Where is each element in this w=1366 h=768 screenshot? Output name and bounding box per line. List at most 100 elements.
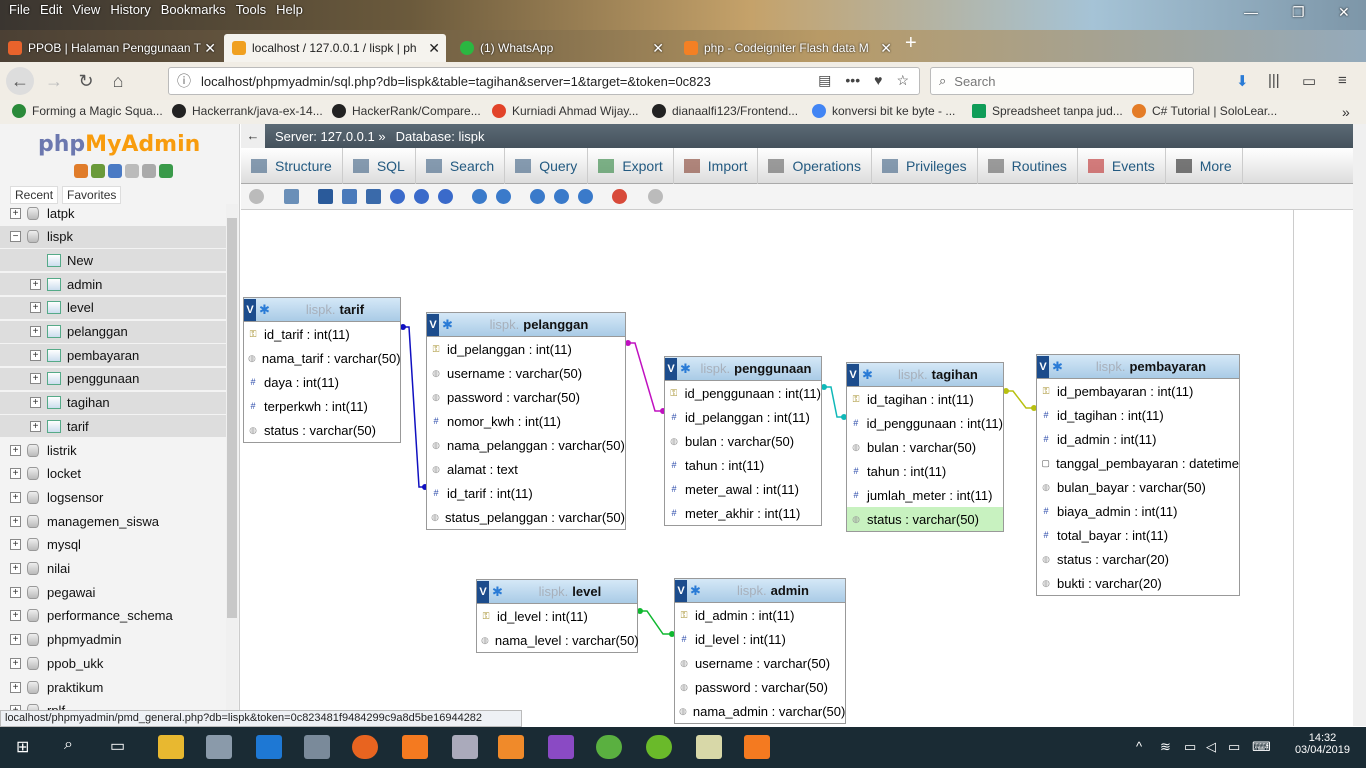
column-row[interactable]: ⚿ id_admin : int(11) — [675, 603, 845, 627]
database-item[interactable]: + nilai — [0, 558, 226, 580]
database-item[interactable]: − lispk — [0, 225, 226, 248]
home-button[interactable]: ⌂ — [104, 67, 132, 95]
close-tab-icon[interactable]: ✕ — [880, 40, 892, 57]
tab-events[interactable]: Events — [1078, 148, 1166, 184]
expand-icon[interactable]: + — [30, 397, 41, 409]
toggle-all-icon[interactable] — [554, 189, 569, 204]
gear-icon[interactable]: ✱ — [680, 361, 691, 377]
logout-icon[interactable] — [91, 164, 105, 178]
notes-icon[interactable] — [696, 735, 722, 759]
column-row[interactable]: ◍ username : varchar(50) — [427, 361, 625, 385]
table-item[interactable]: + penggunaan — [0, 367, 226, 390]
expand-icon[interactable]: + — [30, 278, 41, 290]
table-item[interactable]: + tagihan — [0, 391, 226, 414]
column-row[interactable]: # id_pelanggan : int(11) — [665, 405, 821, 429]
collapse-nav-button[interactable]: ← — [241, 124, 265, 148]
reload-button[interactable]: ↻ — [72, 67, 100, 95]
close-tab-icon[interactable]: ✕ — [428, 40, 440, 57]
firefox-icon[interactable] — [352, 735, 378, 759]
more-bookmarks-icon[interactable]: » — [1342, 104, 1350, 120]
column-row[interactable]: ◍ bukti : varchar(20) — [1037, 571, 1239, 595]
column-row[interactable]: ⚿ id_tagihan : int(11) — [847, 387, 1003, 411]
keyboard-icon[interactable]: ⌨ — [1252, 739, 1271, 755]
menu-help[interactable]: Help — [271, 2, 308, 17]
toggle-columns-icon[interactable]: V — [1037, 355, 1049, 378]
expand-icon[interactable]: + — [10, 657, 21, 669]
database-item[interactable]: + pegawai — [0, 581, 226, 603]
column-row[interactable]: ◍ nama_tarif : varchar(50) — [244, 346, 401, 370]
expand-icon[interactable]: + — [30, 420, 41, 432]
column-row[interactable]: # jumlah_meter : int(11) — [847, 483, 1003, 507]
clock[interactable]: 14:32 03/04/2019 — [1295, 732, 1350, 756]
table-header[interactable]: V ✱ lispk. pembayaran — [1037, 355, 1239, 379]
database-item[interactable]: + praktikum — [0, 676, 226, 698]
bookmark-item[interactable]: konversi bit ke byte - ... — [812, 104, 955, 118]
restore-icon[interactable]: ❐ — [1292, 4, 1305, 21]
column-row[interactable]: ◍ alamat : text — [427, 457, 625, 481]
app3-icon[interactable] — [646, 735, 672, 759]
menu-bookmarks[interactable]: Bookmarks — [156, 2, 231, 17]
page-scrollbar[interactable] — [1353, 124, 1366, 726]
search-taskbar-icon[interactable]: ⌕ — [64, 736, 73, 754]
bookmark-item[interactable]: C# Tutorial | SoloLear... — [1132, 104, 1277, 118]
database-item[interactable]: + listrik — [0, 439, 226, 461]
table-header[interactable]: V ✱ lispk. admin — [675, 579, 845, 603]
bookmark-star-icon[interactable]: ☆ — [896, 72, 909, 89]
bookmark-item[interactable]: Spreadsheet tanpa jud... — [972, 104, 1123, 118]
column-row[interactable]: # id_tagihan : int(11) — [1037, 403, 1239, 427]
fullscreen-icon[interactable] — [284, 189, 299, 204]
visual-studio-icon[interactable] — [548, 735, 574, 759]
column-row[interactable]: # total_bayar : int(11) — [1037, 523, 1239, 547]
pocket-icon[interactable]: ♥ — [874, 72, 882, 89]
column-row[interactable]: ⚿ id_tarif : int(11) — [244, 322, 400, 346]
table-item[interactable]: + admin — [0, 273, 226, 296]
task-view-icon[interactable]: ▭ — [110, 736, 125, 756]
tab-structure[interactable]: Structure — [241, 148, 343, 184]
download-icon[interactable]: ⬇ — [1236, 72, 1249, 90]
tools-icon[interactable] — [304, 735, 330, 759]
expand-icon[interactable]: + — [30, 373, 41, 385]
app2-icon[interactable] — [452, 735, 478, 759]
info-icon[interactable] — [438, 189, 453, 204]
toggle-columns-icon[interactable]: V — [675, 579, 687, 602]
expand-icon[interactable]: + — [10, 634, 21, 646]
column-row[interactable]: # nomor_kwh : int(11) — [427, 409, 625, 433]
help-icon[interactable] — [108, 164, 122, 178]
menu-history[interactable]: History — [105, 2, 155, 17]
column-row[interactable]: ◍ bulan_bayar : varchar(50) — [1037, 475, 1239, 499]
column-row[interactable]: ⚿ id_penggunaan : int(11) — [665, 381, 821, 405]
bookmark-item[interactable]: HackerRank/Compare... — [332, 104, 481, 118]
expand-icon[interactable]: + — [10, 586, 21, 598]
tab-stackoverflow[interactable]: php - Codeigniter Flash data M ✕ — [676, 34, 898, 62]
docs-icon[interactable] — [125, 164, 139, 178]
column-row[interactable]: # terperkwh : int(11) — [244, 394, 400, 418]
expand-icon[interactable]: + — [30, 349, 41, 361]
bookmark-item[interactable]: Hackerrank/java-ex-14... — [172, 104, 323, 118]
tab-privileges[interactable]: Privileges — [872, 148, 978, 184]
column-row[interactable]: # tahun : int(11) — [665, 453, 821, 477]
volume-icon[interactable]: ◁ — [1206, 739, 1216, 755]
database-item[interactable]: + managemen_siswa — [0, 510, 226, 532]
menu-view[interactable]: View — [67, 2, 105, 17]
database-item[interactable]: + ppob_ukk — [0, 652, 226, 674]
table-header[interactable]: V ✱ lispk. penggunaan — [665, 357, 821, 381]
search-box[interactable]: ⌕ Search — [930, 67, 1194, 95]
file-explorer-icon[interactable] — [158, 735, 184, 759]
column-row[interactable]: # tahun : int(11) — [847, 459, 1003, 483]
expand-icon[interactable]: + — [10, 539, 21, 551]
reload-icon[interactable] — [390, 189, 405, 204]
designer-table-tarif[interactable]: V ✱ lispk. tarif ⚿ id_tarif : int(11) ◍ nama_ta… — [243, 297, 401, 443]
column-row[interactable]: ◍ password : varchar(50) — [427, 385, 625, 409]
side-menu-icon[interactable] — [648, 189, 663, 204]
url-bar[interactable]: ⓘ localhost/phpmyadmin/sql.php?db=lispk&… — [168, 67, 920, 95]
toggle-columns-icon[interactable]: V — [665, 357, 677, 380]
reader-view-icon[interactable]: ▤ — [818, 72, 831, 89]
designer-table-level[interactable]: V ✱ lispk. level ⚿ id_level : int(11) ◍ nama_le… — [476, 579, 639, 653]
column-row[interactable]: # id_penggunaan : int(11) — [847, 411, 1003, 435]
table-item[interactable]: + pelanggan — [0, 320, 226, 343]
expand-icon[interactable]: + — [10, 468, 21, 480]
new-tab-button[interactable]: + — [905, 32, 917, 55]
expand-icon[interactable]: + — [10, 207, 21, 219]
column-row[interactable]: ◍ bulan : varchar(50) — [847, 435, 1003, 459]
relation-lines-icon[interactable] — [578, 189, 593, 204]
